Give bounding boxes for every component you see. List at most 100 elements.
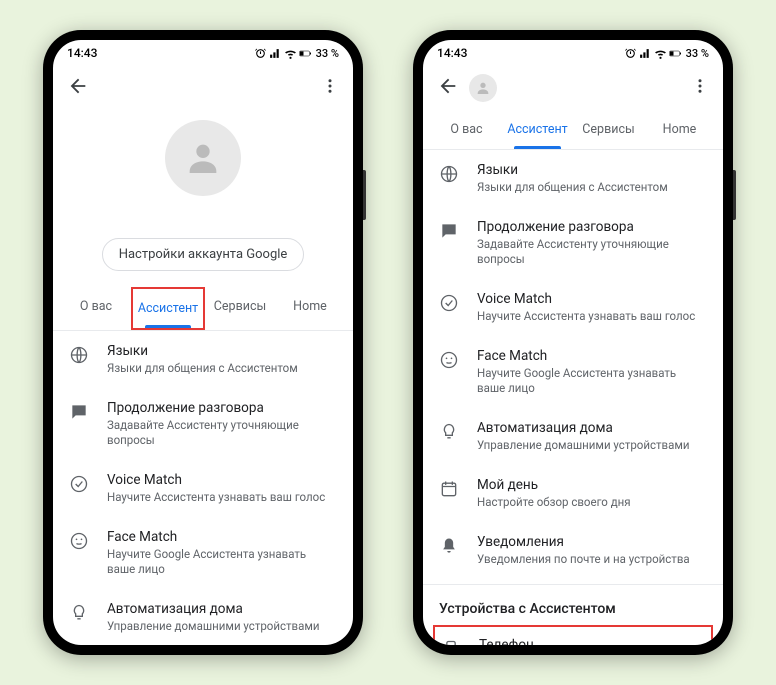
avatar-small[interactable] bbox=[469, 74, 497, 102]
status-icons: 33 % bbox=[254, 47, 339, 60]
globe-icon bbox=[69, 345, 89, 365]
list-subtitle: Языки для общения с Ассистентом bbox=[107, 361, 337, 376]
tab-about[interactable]: О вас bbox=[431, 110, 502, 149]
list-subtitle: Управление домашними устройствами bbox=[107, 619, 337, 634]
list-subtitle: Управление домашними устройствами bbox=[477, 438, 707, 453]
list-item-voice-match[interactable]: Voice Match Научите Ассистента узнавать … bbox=[53, 460, 353, 517]
phone-right: 14:43 33 % О вас bbox=[413, 30, 733, 655]
lightbulb-icon bbox=[69, 603, 89, 623]
list-title: Языки bbox=[477, 162, 707, 178]
signal-icon bbox=[269, 47, 282, 60]
list-item-languages[interactable]: Языки Языки для общения с Ассистентом bbox=[423, 150, 723, 207]
list-item-face-match[interactable]: Face Match Научите Google Ассистента узн… bbox=[53, 517, 353, 589]
list-item-home-automation[interactable]: Автоматизация дома Управление домашними … bbox=[423, 408, 723, 465]
tab-assistant[interactable]: Ассистент bbox=[502, 110, 573, 149]
list-text: Автоматизация дома Управление домашними … bbox=[477, 420, 707, 453]
list-text: Voice Match Научите Ассистента узнавать … bbox=[477, 291, 707, 324]
app-bar bbox=[53, 66, 353, 110]
calendar-icon bbox=[439, 479, 459, 499]
list-title: Voice Match bbox=[477, 291, 707, 307]
more-menu-button[interactable] bbox=[691, 77, 709, 99]
tab-services[interactable]: Сервисы bbox=[205, 287, 275, 330]
list-title: Voice Match bbox=[107, 472, 337, 488]
alarm-icon bbox=[624, 47, 637, 60]
check-circle-icon bbox=[439, 293, 459, 313]
list-text: Voice Match Научите Ассистента узнавать … bbox=[107, 472, 337, 505]
list-text: Телефон bbox=[479, 637, 705, 645]
wifi-icon bbox=[654, 47, 667, 60]
list-subtitle: Научите Ассистента узнавать ваш голос bbox=[107, 490, 337, 505]
list-item-conversation[interactable]: Продолжение разговора Задавайте Ассистен… bbox=[53, 388, 353, 460]
status-time: 14:43 bbox=[437, 46, 467, 60]
settings-list: Языки Языки для общения с Ассистентом Пр… bbox=[53, 331, 353, 645]
list-title: Уведомления bbox=[477, 534, 707, 550]
list-title: Языки bbox=[107, 343, 337, 359]
app-bar-left bbox=[437, 74, 497, 102]
list-item-languages[interactable]: Языки Языки для общения с Ассистентом bbox=[53, 331, 353, 388]
settings-list[interactable]: Языки Языки для общения с Ассистентом Пр… bbox=[423, 150, 723, 645]
list-item-voice-match[interactable]: Voice Match Научите Ассистента узнавать … bbox=[423, 279, 723, 336]
check-circle-icon bbox=[69, 474, 89, 494]
back-button[interactable] bbox=[437, 75, 459, 101]
battery-percent: 33 % bbox=[316, 47, 339, 60]
status-bar: 14:43 33 % bbox=[423, 40, 723, 66]
more-menu-button[interactable] bbox=[321, 77, 339, 99]
screen: 14:43 33 % О вас bbox=[423, 40, 723, 645]
battery-icon bbox=[669, 47, 682, 60]
tab-assistant[interactable]: Ассистент bbox=[131, 287, 205, 330]
list-item-face-match[interactable]: Face Match Научите Google Ассистента узн… bbox=[423, 336, 723, 408]
screen: 14:43 33 % Настройки аккаунта Google bbox=[53, 40, 353, 645]
tabs: О вас Ассистент Сервисы Home bbox=[53, 287, 353, 331]
tab-home[interactable]: Home bbox=[275, 287, 345, 330]
battery-icon bbox=[299, 47, 312, 60]
chat-icon bbox=[69, 402, 89, 422]
globe-icon bbox=[439, 164, 459, 184]
wifi-icon bbox=[284, 47, 297, 60]
list-title: Продолжение разговора bbox=[477, 219, 707, 235]
list-subtitle: Уведомления по почте и на устройства bbox=[477, 552, 707, 567]
list-subtitle: Научите Google Ассистента узнавать ваше … bbox=[477, 366, 707, 396]
tab-about[interactable]: О вас bbox=[61, 287, 131, 330]
list-item-conversation[interactable]: Продолжение разговора Задавайте Ассистен… bbox=[423, 207, 723, 279]
list-title: Мой день bbox=[477, 477, 707, 493]
list-title: Автоматизация дома bbox=[477, 420, 707, 436]
bell-icon bbox=[439, 536, 459, 556]
google-account-settings-button[interactable]: Настройки аккаунта Google bbox=[102, 238, 305, 271]
lightbulb-icon bbox=[439, 422, 459, 442]
list-title: Face Match bbox=[107, 529, 337, 545]
tab-home[interactable]: Home bbox=[644, 110, 715, 149]
list-text: Продолжение разговора Задавайте Ассистен… bbox=[477, 219, 707, 267]
list-item-home-automation[interactable]: Автоматизация дома Управление домашними … bbox=[53, 589, 353, 645]
list-text: Face Match Научите Google Ассистента узн… bbox=[477, 348, 707, 396]
list-subtitle: Задавайте Ассистенту уточняющие вопросы bbox=[107, 418, 337, 448]
tab-services[interactable]: Сервисы bbox=[573, 110, 644, 149]
signal-icon bbox=[639, 47, 652, 60]
list-text: Автоматизация дома Управление домашними … bbox=[107, 601, 337, 634]
list-item-phone-device[interactable]: Телефон bbox=[433, 625, 713, 645]
list-subtitle: Научите Google Ассистента узнавать ваше … bbox=[107, 547, 337, 577]
list-text: Языки Языки для общения с Ассистентом bbox=[477, 162, 707, 195]
list-text: Продолжение разговора Задавайте Ассистен… bbox=[107, 400, 337, 448]
list-text: Уведомления Уведомления по почте и на ус… bbox=[477, 534, 707, 567]
list-title: Продолжение разговора bbox=[107, 400, 337, 416]
tabs: О вас Ассистент Сервисы Home bbox=[423, 110, 723, 150]
phone-icon bbox=[441, 639, 461, 645]
app-bar bbox=[423, 66, 723, 110]
list-subtitle: Языки для общения с Ассистентом bbox=[477, 180, 707, 195]
back-button[interactable] bbox=[67, 75, 89, 101]
status-bar: 14:43 33 % bbox=[53, 40, 353, 66]
list-item-my-day[interactable]: Мой день Настройте обзор своего дня bbox=[423, 465, 723, 522]
devices-section-header: Устройства с Ассистентом bbox=[423, 584, 723, 625]
list-text: Face Match Научите Google Ассистента узн… bbox=[107, 529, 337, 577]
status-time: 14:43 bbox=[67, 46, 97, 60]
face-icon bbox=[69, 531, 89, 551]
face-icon bbox=[439, 350, 459, 370]
list-item-notifications[interactable]: Уведомления Уведомления по почте и на ус… bbox=[423, 522, 723, 579]
list-title: Face Match bbox=[477, 348, 707, 364]
phone-left: 14:43 33 % Настройки аккаунта Google bbox=[43, 30, 363, 655]
list-text: Мой день Настройте обзор своего дня bbox=[477, 477, 707, 510]
avatar[interactable] bbox=[165, 120, 241, 196]
list-title: Телефон bbox=[479, 637, 705, 645]
list-text: Языки Языки для общения с Ассистентом bbox=[107, 343, 337, 376]
battery-percent: 33 % bbox=[686, 47, 709, 60]
